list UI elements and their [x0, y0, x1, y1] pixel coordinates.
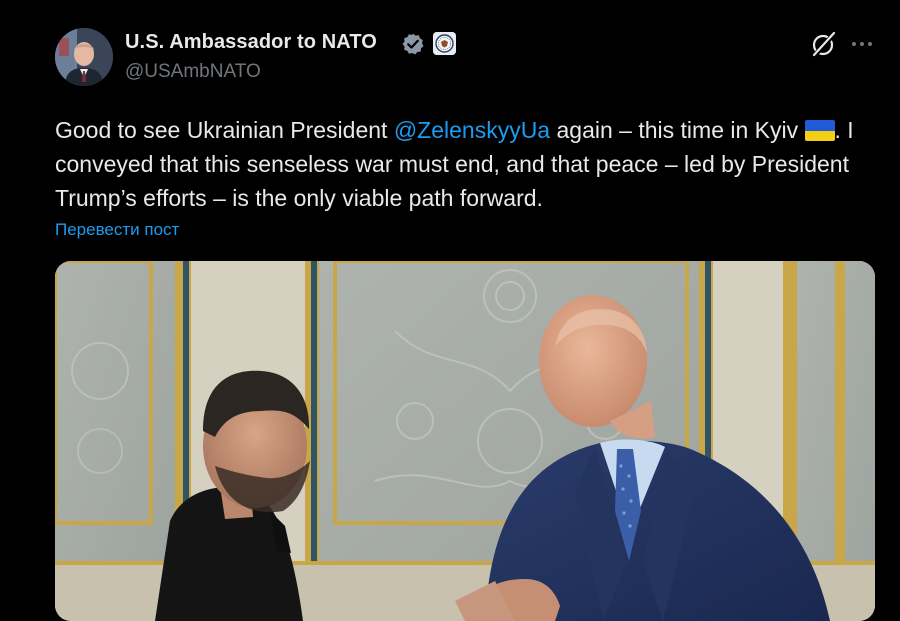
- grok-slash-icon[interactable]: [810, 30, 838, 58]
- tweet-text-part: Good to see Ukrainian President: [55, 117, 394, 143]
- translate-post-link[interactable]: Перевести пост: [55, 220, 179, 240]
- tweet-photo[interactable]: [55, 261, 875, 621]
- author-handle[interactable]: @USAmbNATO: [125, 61, 261, 83]
- us-state-department-seal-icon[interactable]: [433, 32, 456, 55]
- mention-link[interactable]: @ZelenskyyUa: [394, 117, 550, 143]
- verified-check-icon: [401, 32, 425, 56]
- tweet-text: Good to see Ukrainian President @Zelensk…: [55, 113, 885, 215]
- tweet-post: U.S. Ambassador to NATO @USAmbNATO Good …: [0, 0, 900, 621]
- tweet-text-part: again – this time in Kyiv: [550, 117, 805, 143]
- author-avatar[interactable]: [55, 28, 113, 86]
- author-display-name[interactable]: U.S. Ambassador to NATO: [125, 31, 377, 54]
- more-dots-icon[interactable]: [850, 34, 874, 54]
- ukraine-flag-icon: [804, 120, 835, 141]
